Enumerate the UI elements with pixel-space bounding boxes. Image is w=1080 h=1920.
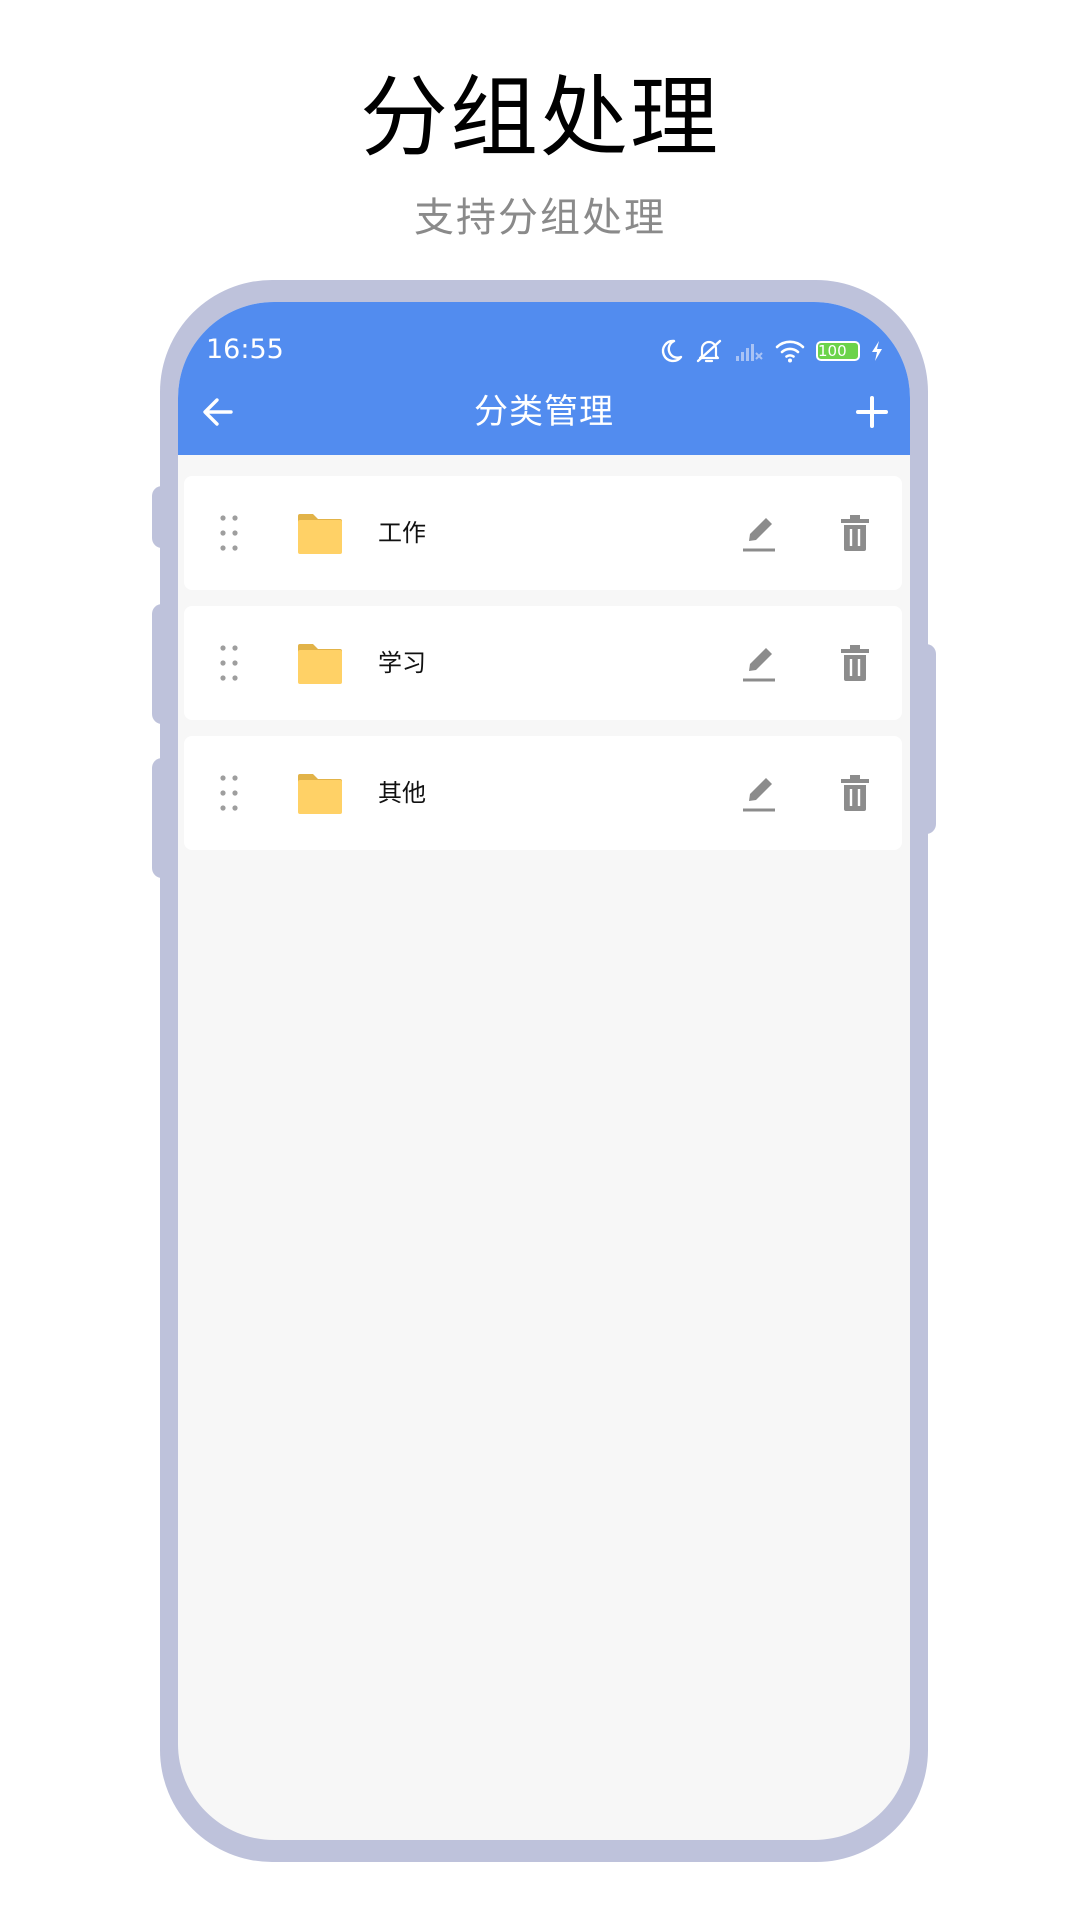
category-row[interactable]: 其他: [184, 736, 902, 850]
delete-button[interactable]: [834, 510, 876, 556]
status-time: 16:55: [206, 334, 284, 365]
battery-icon: 100: [816, 341, 860, 361]
folder-icon: [296, 512, 344, 556]
edit-button[interactable]: [736, 770, 782, 816]
category-row[interactable]: 工作: [184, 476, 902, 590]
mute-icon: [694, 337, 724, 365]
pencil-icon: [743, 648, 775, 682]
delete-button[interactable]: [834, 640, 876, 686]
category-label: 工作: [378, 519, 426, 547]
delete-button[interactable]: [834, 770, 876, 816]
edit-button[interactable]: [736, 640, 782, 686]
page-title: 分类管理: [474, 392, 614, 432]
drag-handle-icon[interactable]: [218, 773, 240, 813]
battery-level: 100: [816, 341, 860, 361]
add-category-button[interactable]: [846, 386, 898, 438]
folder-icon: [296, 642, 344, 686]
wifi-icon: [774, 338, 806, 364]
promo-title: 分组处理: [359, 66, 720, 169]
trash-icon: [841, 775, 869, 811]
category-list: 工作 学习 其他: [184, 476, 902, 866]
category-label: 学习: [378, 649, 426, 677]
pencil-icon: [743, 778, 775, 812]
moon-icon: [658, 338, 684, 364]
promo-subtitle: 支持分组处理: [414, 195, 666, 241]
plus-icon: [856, 396, 888, 428]
category-label: 其他: [378, 779, 426, 807]
trash-icon: [841, 515, 869, 551]
status-icons: 100: [658, 336, 884, 366]
category-row[interactable]: 学习: [184, 606, 902, 720]
folder-icon: [296, 772, 344, 816]
trash-icon: [841, 645, 869, 681]
signal-icon: [734, 339, 764, 363]
phone-frame: 16:55 100 分类管理 工作 学习 其他: [160, 280, 928, 1862]
drag-handle-icon[interactable]: [218, 513, 240, 553]
pencil-icon: [743, 518, 775, 552]
drag-handle-icon[interactable]: [218, 643, 240, 683]
phone-screen: 16:55 100 分类管理 工作 学习 其他: [178, 302, 910, 1840]
edit-button[interactable]: [736, 510, 782, 556]
app-header: 16:55 100 分类管理: [178, 302, 910, 455]
charging-icon: [870, 340, 884, 362]
